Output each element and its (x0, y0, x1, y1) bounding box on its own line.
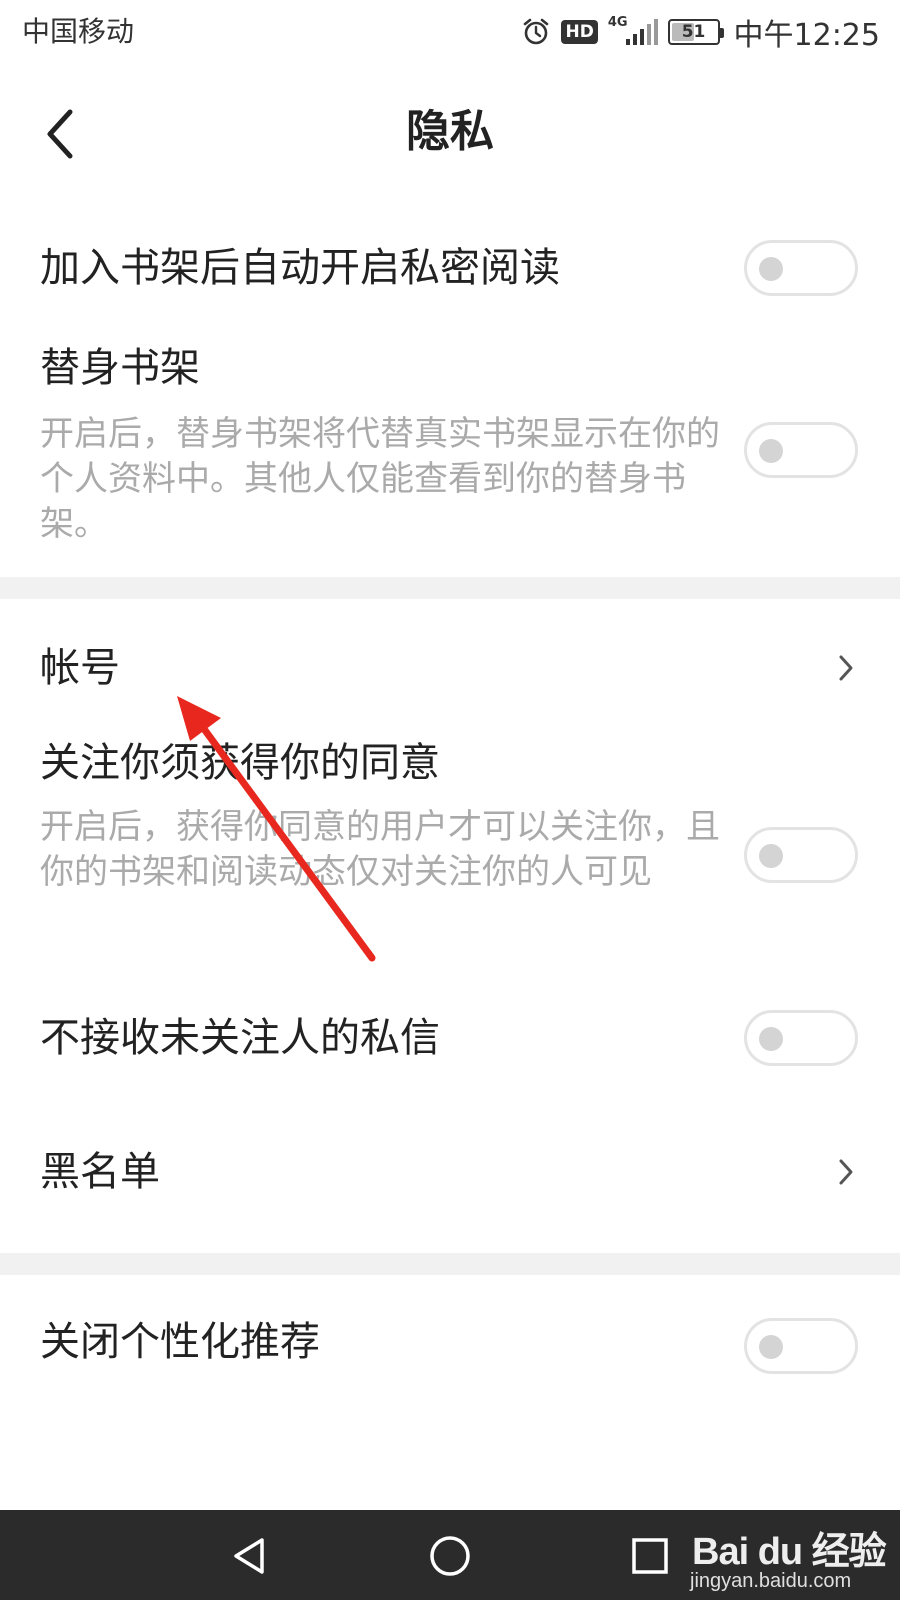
setting-title: 关闭个性化推荐 (40, 1319, 320, 1365)
page-title: 隐私 (406, 106, 494, 157)
setting-title: 黑名单 (40, 1149, 160, 1195)
baidu-jingyan-watermark: Bai du 经验 jingyan.baidu.com (686, 1518, 887, 1598)
personalized-recommendations-toggle[interactable] (744, 1318, 858, 1374)
setting-description: 开启后，获得你同意的用户才可以关注你，且你的书架和阅读动态仅对关注你的人可见 (40, 807, 720, 892)
toggle-knob (759, 257, 783, 281)
hd-icon: HD (561, 20, 598, 44)
status-bar: 中国移动 HD 4G 51 中午12:25 (0, 0, 900, 64)
status-time: 中午12:25 (733, 18, 880, 53)
setting-title: 加入书架后自动开启私密阅读 (40, 245, 560, 291)
setting-account[interactable]: 帐号 (0, 620, 900, 720)
network-type-label: 4G (607, 14, 628, 30)
toggle-knob (759, 439, 783, 463)
setting-block-stranger-messages: 不接收未关注人的私信 (0, 1010, 900, 1110)
setting-auto-private-reading: 加入书架后自动开启私密阅读 (0, 230, 900, 330)
setting-title: 替身书架 (40, 345, 200, 391)
status-icons: HD 4G 51 中午12:25 (521, 12, 880, 53)
watermark-logo: Bai du 经验 (692, 1531, 887, 1573)
setting-description: 开启后，替身书架将代替真实书架显示在你的个人资料中。其他人仅能查看到你的替身书架… (40, 414, 720, 544)
chevron-right-icon (836, 650, 858, 686)
nav-home-circle-icon[interactable] (420, 1528, 480, 1584)
block-stranger-messages-toggle[interactable] (744, 1010, 858, 1066)
page-header: 隐私 (0, 80, 900, 190)
toggle-knob (759, 844, 783, 868)
toggle-knob (759, 1335, 783, 1359)
follow-approval-toggle[interactable] (744, 827, 858, 883)
setting-blacklist[interactable]: 黑名单 (0, 1140, 900, 1230)
toggle-knob (759, 1027, 783, 1051)
battery-icon: 51 (667, 19, 724, 45)
section-divider (0, 1253, 900, 1275)
setting-decoy-bookshelf: 替身书架 开启后，替身书架将代替真实书架显示在你的个人资料中。其他人仅能查看到你… (0, 340, 900, 570)
battery-level-text: 51 (681, 22, 706, 42)
carrier-name: 中国移动 (22, 15, 135, 48)
setting-disable-personalized-recommendations: 关闭个性化推荐 (0, 1310, 900, 1410)
setting-follow-requires-approval: 关注你须获得你的同意 开启后，获得你同意的用户才可以关注你，且你的书架和阅读动态… (0, 735, 900, 965)
nav-back-triangle-icon[interactable] (220, 1528, 280, 1584)
decoy-bookshelf-toggle[interactable] (744, 422, 858, 478)
section-divider (0, 577, 900, 599)
auto-private-reading-toggle[interactable] (744, 240, 858, 296)
setting-title: 关注你须获得你的同意 (40, 740, 440, 786)
setting-title: 帐号 (40, 645, 120, 691)
nav-recent-square-icon[interactable] (620, 1528, 680, 1584)
alarm-icon (521, 17, 551, 47)
signal-icon: 4G (607, 14, 658, 47)
watermark-url: jingyan.baidu.com (690, 1570, 852, 1592)
setting-title: 不接收未关注人的私信 (40, 1015, 440, 1061)
chevron-right-icon (836, 1154, 858, 1190)
